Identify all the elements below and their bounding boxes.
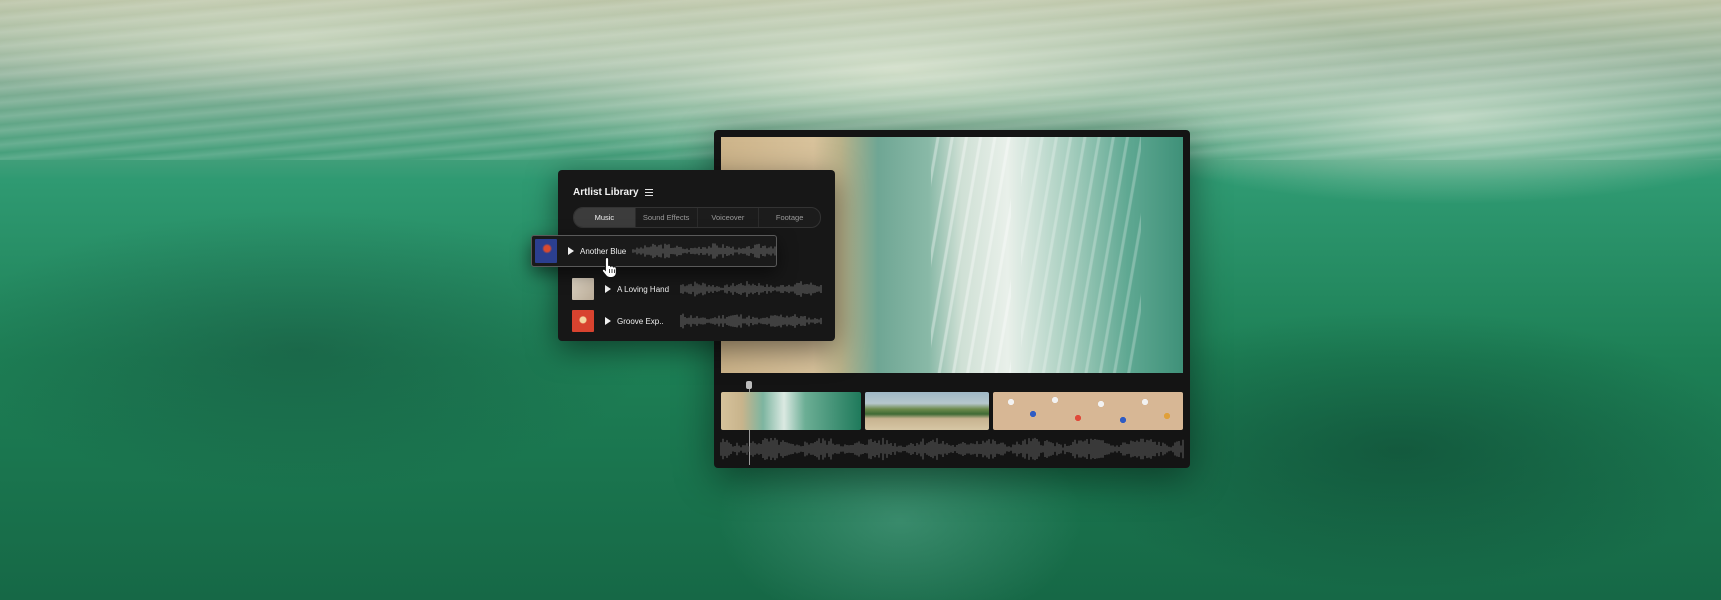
audio-waveform-track[interactable] bbox=[720, 436, 1184, 462]
track-name: A Loving Hand bbox=[617, 284, 670, 294]
track-row[interactable]: A Loving Hand bbox=[572, 278, 822, 300]
timeline-clip-shoreline[interactable] bbox=[865, 392, 989, 430]
track-name: Another Blue bbox=[580, 246, 627, 256]
surf-texture bbox=[1021, 137, 1141, 373]
surf-texture bbox=[931, 137, 1011, 373]
track-waveform[interactable] bbox=[680, 280, 822, 298]
track-cover-art bbox=[572, 278, 594, 300]
play-icon[interactable] bbox=[568, 247, 574, 255]
play-icon[interactable] bbox=[605, 285, 611, 293]
track-row[interactable]: Groove Exp.. bbox=[572, 310, 822, 332]
tab-voiceover[interactable]: Voiceover bbox=[698, 208, 760, 227]
timeline-clip-umbrellas[interactable] bbox=[993, 392, 1183, 430]
track-cover-art bbox=[535, 239, 557, 263]
tab-footage[interactable]: Footage bbox=[759, 208, 820, 227]
play-icon[interactable] bbox=[605, 317, 611, 325]
library-tabs: Music Sound Effects Voiceover Footage bbox=[573, 207, 821, 228]
track-name: Groove Exp.. bbox=[617, 316, 664, 326]
tab-music[interactable]: Music bbox=[574, 208, 636, 227]
playhead-handle[interactable] bbox=[746, 381, 752, 389]
timeline-clip-beach-waves[interactable] bbox=[721, 392, 861, 430]
track-waveform[interactable] bbox=[680, 312, 822, 330]
library-header: Artlist Library bbox=[573, 187, 653, 198]
track-waveform[interactable] bbox=[632, 242, 776, 260]
tab-sound-effects[interactable]: Sound Effects bbox=[636, 208, 698, 227]
library-title: Artlist Library bbox=[573, 187, 639, 198]
track-row-hovered[interactable]: Another Blue bbox=[531, 235, 777, 267]
track-cover-art bbox=[572, 310, 594, 332]
hand-cursor-icon bbox=[601, 256, 617, 278]
menu-icon[interactable] bbox=[644, 189, 653, 196]
